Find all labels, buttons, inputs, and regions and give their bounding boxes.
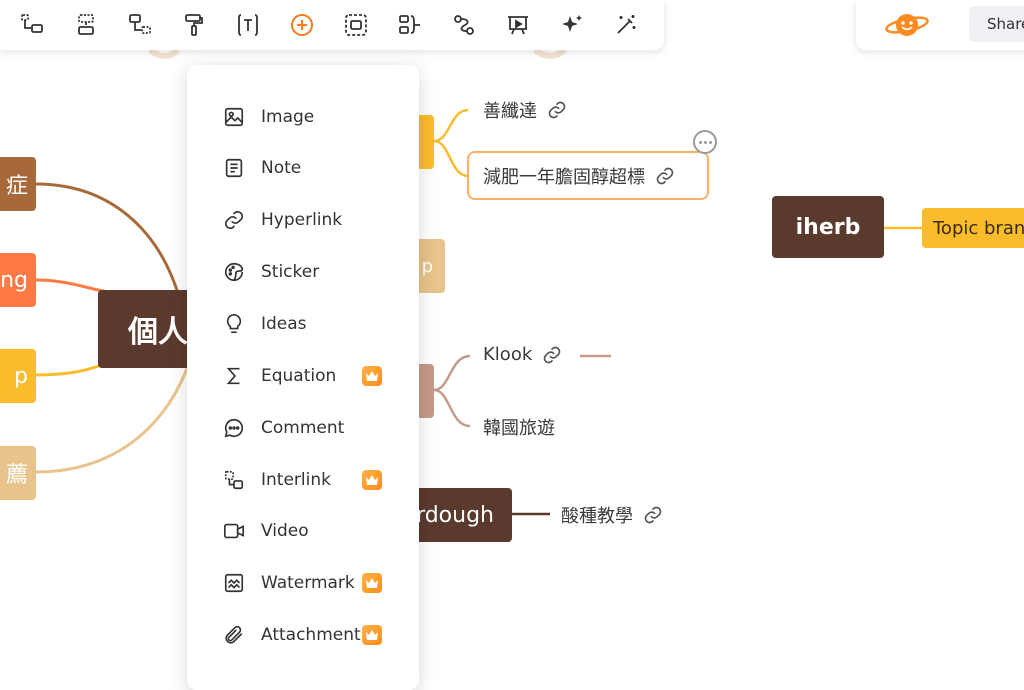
topic-branch[interactable]: Topic bran <box>922 208 1024 248</box>
app-logo[interactable] <box>884 8 930 42</box>
format-painter-icon <box>185 14 203 36</box>
branch-connector <box>533 47 567 59</box>
menu-item-image[interactable]: Image <box>187 97 419 137</box>
subtopic-label: 減肥一年膽固醇超標 <box>483 167 645 188</box>
menu-item-label: Watermark <box>261 573 355 593</box>
menu-item-video[interactable]: Video <box>187 511 419 551</box>
insert-button[interactable] <box>286 9 318 41</box>
subtopic-icon <box>21 14 43 33</box>
planet-logo-icon <box>885 14 929 36</box>
iherb-topic[interactable]: iherb <box>772 196 884 258</box>
premium-crown-icon <box>362 573 382 593</box>
menu-item-label: Equation <box>261 366 337 386</box>
lightbulb-icon <box>221 311 247 337</box>
relationship-icon <box>454 15 474 35</box>
left-branch-topic[interactable]: p <box>0 349 36 403</box>
menu-item-label: Ideas <box>261 314 307 334</box>
left-branch-topic[interactable]: ng <box>0 253 36 307</box>
branch-connector <box>433 108 469 143</box>
video-icon <box>221 518 247 544</box>
hyperlink-icon[interactable] <box>655 166 675 186</box>
menu-item-label: Video <box>261 521 309 541</box>
boundary-button[interactable] <box>340 9 372 41</box>
presentation-button[interactable] <box>502 9 534 41</box>
branch-connector <box>433 354 471 392</box>
menu-item-interlink[interactable]: Interlink <box>187 460 419 500</box>
parent-topic-icon <box>129 14 151 34</box>
premium-crown-icon <box>362 366 382 386</box>
menu-item-hyperlink[interactable]: Hyperlink <box>187 200 419 240</box>
hyperlink-icon[interactable] <box>643 505 663 525</box>
hyperlink-icon[interactable] <box>547 100 567 120</box>
relationship-button[interactable] <box>448 9 480 41</box>
menu-item-watermark[interactable]: Watermark <box>187 563 419 603</box>
ai-sparkle-icon <box>562 15 582 32</box>
magic-wand-icon <box>617 15 636 34</box>
subtopic-label: Klook <box>483 344 533 365</box>
boundary-icon <box>345 14 367 36</box>
menu-item-sticker[interactable]: Sticker <box>187 252 419 292</box>
menu-item-label: Note <box>261 158 302 178</box>
text-box-button[interactable] <box>232 9 264 41</box>
premium-crown-icon <box>362 625 382 645</box>
interlink-icon <box>221 467 247 493</box>
left-branch-topic[interactable]: 症 <box>0 157 36 211</box>
menu-item-label: Hyperlink <box>261 210 343 230</box>
text-box-icon <box>238 14 258 36</box>
left-branch-topic[interactable]: 薦 <box>0 446 36 500</box>
hyperlink-icon[interactable] <box>542 345 562 365</box>
sigma-icon <box>221 363 247 389</box>
subtopic-korea[interactable]: 韓國旅遊 <box>483 414 555 440</box>
sibling-topic-icon <box>78 14 94 35</box>
premium-crown-icon <box>362 470 382 490</box>
subtopic-label: 酸種教學 <box>561 506 633 527</box>
insert-icon <box>291 14 313 36</box>
subtopic-button[interactable] <box>16 9 48 41</box>
menu-item-equation[interactable]: Equation <box>187 356 419 396</box>
comment-indicator-icon[interactable] <box>693 130 717 154</box>
subtopic-shanxianda[interactable]: 善纖達 <box>483 97 567 123</box>
subtopic-klook[interactable]: Klook <box>483 344 562 365</box>
subtopic-diet[interactable]: 減肥一年膽固醇超標 <box>483 163 675 189</box>
magic-wand-button[interactable] <box>610 9 642 41</box>
branch-connector <box>433 139 469 178</box>
branch-connector <box>35 359 192 474</box>
summary-icon <box>399 15 420 34</box>
header-right-panel: Share <box>856 0 1024 50</box>
presentation-icon <box>508 16 528 35</box>
note-icon <box>221 155 247 181</box>
share-button[interactable]: Share <box>969 6 1024 42</box>
parent-topic-button[interactable] <box>124 9 156 41</box>
watermark-icon <box>221 570 247 596</box>
menu-item-label: Image <box>261 107 315 127</box>
format-painter-button[interactable] <box>178 9 210 41</box>
menu-item-comment[interactable]: Comment <box>187 408 419 448</box>
sibling-topic-button[interactable] <box>70 9 102 41</box>
subtopic-label: 善纖達 <box>483 101 537 122</box>
menu-item-ideas[interactable]: Ideas <box>187 304 419 344</box>
comment-icon <box>221 415 247 441</box>
sticker-icon <box>221 259 247 285</box>
branch-connector <box>148 47 181 59</box>
menu-item-label: Sticker <box>261 262 320 282</box>
menu-item-note[interactable]: Note <box>187 148 419 188</box>
menu-item-label: Attachment <box>261 625 361 645</box>
sourdough-topic[interactable]: rdough <box>405 488 512 542</box>
hyperlink-icon <box>221 207 247 233</box>
paperclip-icon <box>221 622 247 648</box>
menu-item-attachment[interactable]: Attachment <box>187 615 419 655</box>
menu-item-label: Interlink <box>261 470 331 490</box>
branch-connector <box>433 388 471 428</box>
ai-button[interactable] <box>556 9 588 41</box>
insert-menu: Image Note Hyperlink Sticker Ideas Equat… <box>187 65 419 690</box>
summary-button[interactable] <box>394 9 426 41</box>
subtopic-label: 韓國旅遊 <box>483 418 555 439</box>
image-icon <box>221 104 247 130</box>
subtopic-sourdough-teach[interactable]: 酸種教學 <box>561 502 663 528</box>
toolbar <box>0 0 664 50</box>
menu-item-label: Comment <box>261 418 345 438</box>
